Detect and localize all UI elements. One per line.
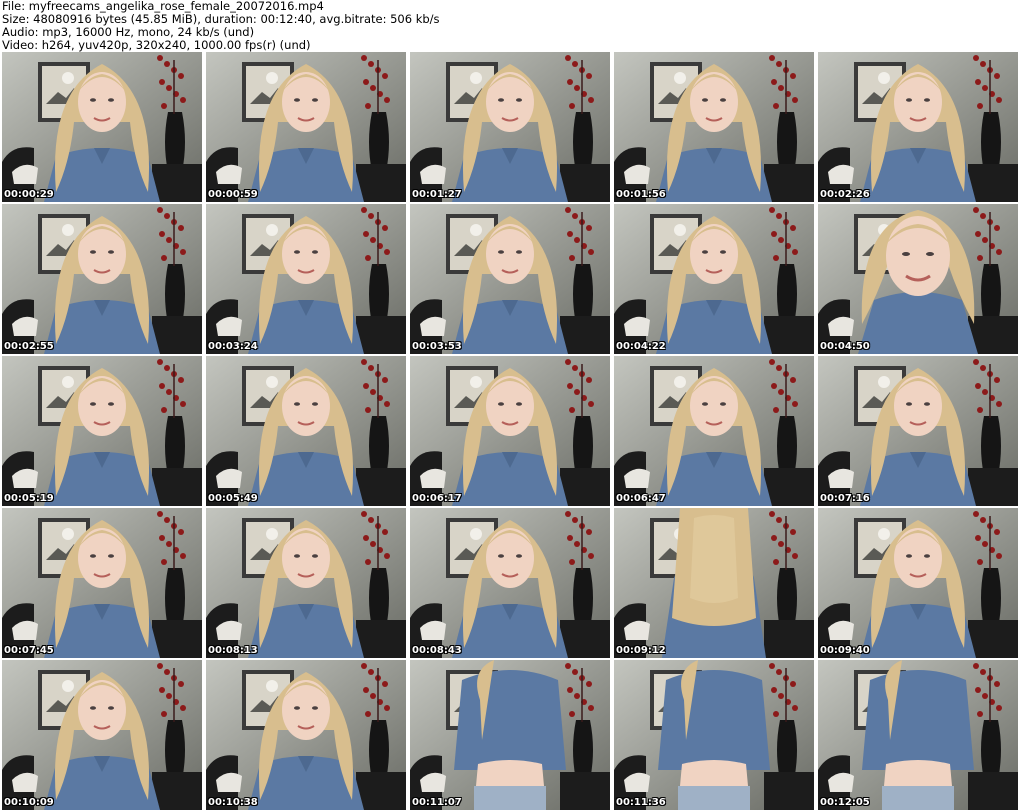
video-thumbnail: 00:07:45: [2, 508, 202, 658]
thumbnail-image: [2, 52, 202, 202]
thumbnail-image: [2, 204, 202, 354]
video-thumbnail: 00:04:22: [614, 204, 814, 354]
file-info-header: File: myfreecams_angelika_rose_female_20…: [2, 0, 1022, 52]
video-thumbnail: 00:05:49: [206, 356, 406, 506]
video-thumbnail: 00:12:05: [818, 660, 1018, 810]
video-thumbnail: 00:01:27: [410, 52, 610, 202]
thumbnail-image: [2, 356, 202, 506]
thumbnail-image: [410, 660, 610, 810]
video-thumbnail: 00:08:13: [206, 508, 406, 658]
thumbnail-timestamp: 00:06:47: [616, 493, 666, 504]
thumbnail-timestamp: 00:07:45: [4, 645, 54, 656]
video-thumbnail: 00:07:16: [818, 356, 1018, 506]
video-thumbnail: 00:09:12: [614, 508, 814, 658]
thumbnail-timestamp: 00:04:22: [616, 341, 666, 352]
thumbnail-image: [614, 52, 814, 202]
thumbnail-image: [206, 356, 406, 506]
video-thumbnail: 00:00:59: [206, 52, 406, 202]
thumbnail-timestamp: 00:03:53: [412, 341, 462, 352]
thumbnail-image: [818, 204, 1018, 354]
video-thumbnail: 00:01:56: [614, 52, 814, 202]
video-thumbnail: 00:08:43: [410, 508, 610, 658]
thumbnail-image: [614, 660, 814, 810]
thumbnail-image: [818, 660, 1018, 810]
thumbnail-grid: 00:00:29 00:00:59 00:01:27 00:01:56 00:02:26…: [0, 52, 1024, 811]
video-thumbnail: 00:09:40: [818, 508, 1018, 658]
thumbnail-timestamp: 00:07:16: [820, 493, 870, 504]
thumbnail-image: [614, 204, 814, 354]
video-thumbnail: 00:03:24: [206, 204, 406, 354]
video-thumbnail: 00:10:09: [2, 660, 202, 810]
thumbnail-timestamp: 00:01:27: [412, 189, 462, 200]
thumbnail-image: [2, 508, 202, 658]
video-info-line: Video: h264, yuv420p, 320x240, 1000.00 f…: [2, 38, 311, 52]
thumbnail-timestamp: 00:05:19: [4, 493, 54, 504]
thumbnail-timestamp: 00:03:24: [208, 341, 258, 352]
thumbnail-timestamp: 00:12:05: [820, 797, 870, 808]
thumbnail-image: [206, 508, 406, 658]
thumbnail-image: [410, 356, 610, 506]
thumbnail-timestamp: 00:02:26: [820, 189, 870, 200]
video-thumbnail: 00:00:29: [2, 52, 202, 202]
video-thumbnail: 00:03:53: [410, 204, 610, 354]
thumbnail-timestamp: 00:01:56: [616, 189, 666, 200]
thumbnail-timestamp: 00:11:36: [616, 797, 666, 808]
thumbnail-timestamp: 00:09:40: [820, 645, 870, 656]
thumbnail-image: [206, 204, 406, 354]
thumbnail-timestamp: 00:11:07: [412, 797, 462, 808]
video-thumbnail: 00:02:55: [2, 204, 202, 354]
thumbnail-timestamp: 00:00:29: [4, 189, 54, 200]
thumbnail-timestamp: 00:09:12: [616, 645, 666, 656]
thumbnail-image: [818, 52, 1018, 202]
thumbnail-image: [818, 508, 1018, 658]
thumbnail-timestamp: 00:06:17: [412, 493, 462, 504]
video-thumbnail: 00:05:19: [2, 356, 202, 506]
thumbnail-timestamp: 00:10:09: [4, 797, 54, 808]
thumbnail-image: [410, 508, 610, 658]
thumbnail-image: [818, 356, 1018, 506]
video-thumbnail: 00:06:47: [614, 356, 814, 506]
thumbnail-image: [206, 52, 406, 202]
thumbnail-timestamp: 00:04:50: [820, 341, 870, 352]
video-thumbnail: 00:04:50: [818, 204, 1018, 354]
thumbnail-image: [206, 660, 406, 810]
thumbnail-image: [614, 508, 814, 658]
video-thumbnail: 00:11:07: [410, 660, 610, 810]
thumbnail-timestamp: 00:08:43: [412, 645, 462, 656]
video-thumbnail: 00:06:17: [410, 356, 610, 506]
thumbnail-image: [614, 356, 814, 506]
thumbnail-timestamp: 00:00:59: [208, 189, 258, 200]
thumbnail-timestamp: 00:08:13: [208, 645, 258, 656]
thumbnail-timestamp: 00:02:55: [4, 341, 54, 352]
video-thumbnail: 00:02:26: [818, 52, 1018, 202]
video-thumbnail: 00:10:38: [206, 660, 406, 810]
thumbnail-timestamp: 00:10:38: [208, 797, 258, 808]
thumbnail-image: [410, 204, 610, 354]
thumbnail-image: [410, 52, 610, 202]
thumbnail-image: [2, 660, 202, 810]
thumbnail-timestamp: 00:05:49: [208, 493, 258, 504]
video-thumbnail: 00:11:36: [614, 660, 814, 810]
